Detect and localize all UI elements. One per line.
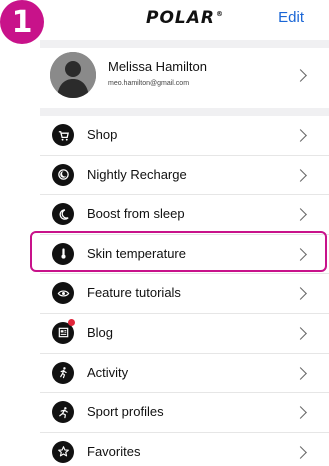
menu-item-feature-tutorials[interactable]: Feature tutorials: [40, 274, 329, 314]
nightly-recharge-icon: [52, 163, 74, 186]
edit-button[interactable]: Edit: [278, 9, 304, 26]
sport-profiles-icon: [52, 401, 74, 424]
profile-name: Melissa Hamilton: [108, 59, 207, 74]
menu-item-shop[interactable]: Shop: [40, 116, 329, 156]
user-silhouette-icon: [50, 52, 96, 98]
shop-icon: [52, 124, 74, 146]
registered-mark: ®: [216, 10, 224, 19]
menu-item-skin-temperature[interactable]: Skin temperature: [40, 234, 329, 275]
moon-icon: [52, 203, 74, 226]
activity-icon: [52, 361, 74, 384]
menu-item-sport-profiles[interactable]: Sport profiles: [40, 393, 329, 433]
chevron-right-icon: [294, 168, 307, 182]
section-divider: [40, 40, 329, 48]
menu-item-boost-from-sleep[interactable]: Boost from sleep: [40, 195, 329, 235]
logo-text: POLAR: [146, 8, 215, 28]
menu-item-label: Favorites: [87, 443, 141, 459]
chevron-right-icon: [294, 247, 307, 261]
menu-item-label: Nightly Recharge: [87, 166, 187, 182]
chevron-right-icon: [294, 208, 307, 222]
chevron-right-icon: [294, 129, 307, 142]
chevron-right-icon: [294, 406, 307, 420]
menu-item-activity[interactable]: Activity: [40, 353, 329, 394]
menu-item-label: Shop: [87, 127, 118, 142]
menu-item-label: Boost from sleep: [87, 206, 185, 222]
chevron-right-icon: [294, 69, 307, 82]
menu-item-label: Sport profiles: [87, 404, 164, 420]
profile-email: meo.hamilton@gmail.com: [108, 80, 190, 87]
menu-item-label: Feature tutorials: [87, 285, 181, 301]
menu-item-label: Skin temperature: [87, 245, 186, 261]
polar-logo: POLAR®: [146, 8, 224, 28]
step-number-badge: 1: [0, 0, 44, 44]
chevron-right-icon: [294, 287, 307, 301]
chevron-right-icon: [294, 327, 307, 340]
notification-dot: [68, 318, 75, 326]
chevron-right-icon: [294, 366, 307, 380]
top-bar: POLAR® Edit: [0, 0, 329, 40]
menu-item-label: Blog: [87, 324, 114, 340]
tutorial-icon: [52, 282, 74, 305]
menu-item-nightly-recharge[interactable]: Nightly Recharge: [40, 155, 329, 196]
menu-item-label: Activity: [87, 364, 129, 380]
menu-item-favorites[interactable]: Favorites: [40, 432, 329, 466]
profile-row[interactable]: Melissa Hamilton meo.hamilton@gmail.com: [40, 48, 329, 108]
avatar: [50, 52, 96, 98]
star-icon: [52, 440, 74, 463]
thermometer-icon: [52, 242, 74, 265]
chevron-right-icon: [294, 445, 307, 459]
menu-item-blog[interactable]: Blog: [40, 313, 329, 354]
menu-list: Shop Nightly Recharge Boost from sleep S…: [40, 116, 329, 466]
section-divider: [40, 108, 329, 116]
